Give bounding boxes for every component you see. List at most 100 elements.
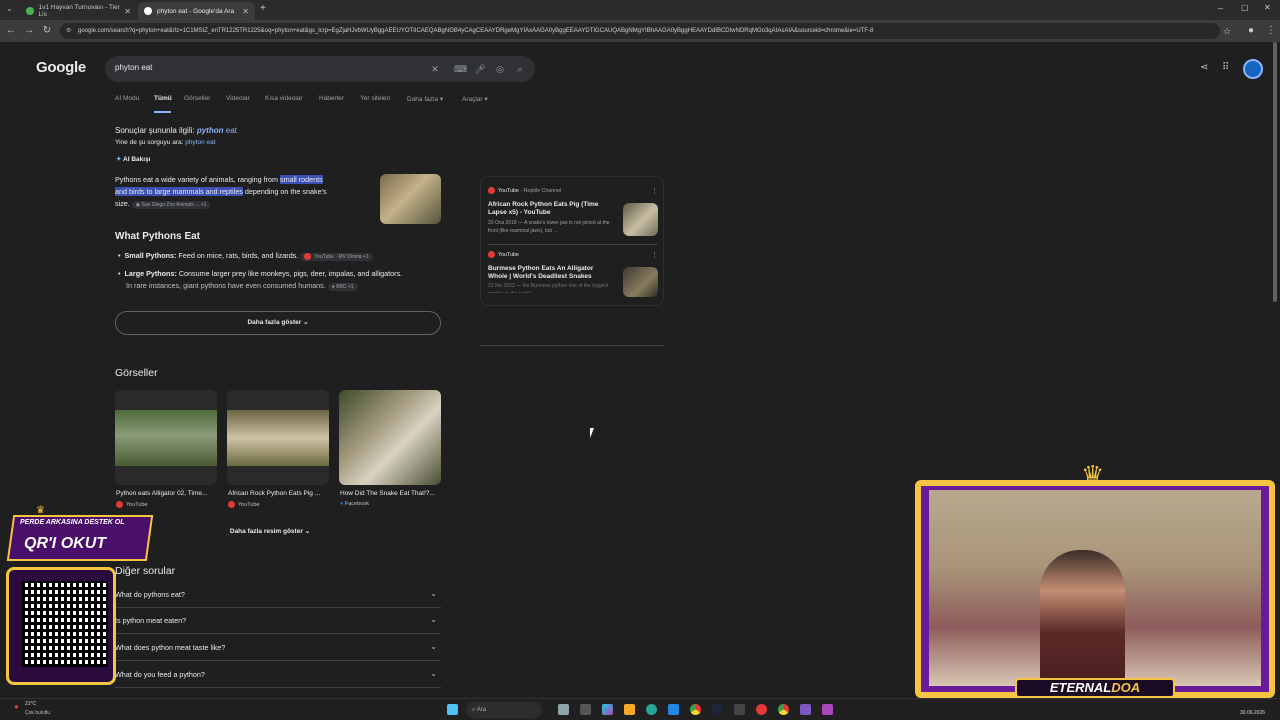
lens-camera-icon[interactable]: ◎ <box>494 62 506 76</box>
bookmark-star-icon[interactable]: ☆ <box>1220 24 1234 38</box>
paa-item-1[interactable]: What do pythons eat? ⌄ <box>115 582 441 608</box>
show-more-button[interactable]: Daha fazla göster ⌄ <box>115 311 441 335</box>
tab-web[interactable]: Yer siteleri <box>360 95 390 102</box>
paa-item-3[interactable]: What does python meat taste like? ⌄ <box>115 635 441 661</box>
ai-overview-line-1: Pythons eat a wide variety of animals, r… <box>115 175 323 184</box>
chevron-down-icon: ⌄ <box>304 528 311 535</box>
tab-images[interactable]: Görseller <box>184 95 210 102</box>
webcam-overlay: ♛ ETERNALDOA <box>915 460 1275 698</box>
close-tab-icon[interactable]: ✕ <box>242 7 249 16</box>
bullet1-bold: Small Pythons: <box>124 251 177 260</box>
taskbar-app-icon[interactable] <box>734 704 745 715</box>
qr-banner-line2: QR'I OKUT <box>24 535 107 552</box>
bullet2-source-chip[interactable]: ● BBC +1 <box>327 283 358 291</box>
taskbar-date[interactable]: 30.06.2026 <box>1240 710 1265 716</box>
keyboard-icon[interactable]: ⌨ <box>454 62 467 76</box>
chrome-icon[interactable] <box>690 704 701 715</box>
account-avatar[interactable] <box>1243 59 1263 79</box>
video1-thumbnail[interactable] <box>623 203 658 236</box>
ai-source-chip[interactable]: ◉ San Diego Zoo Animals ... +1 <box>131 201 211 209</box>
image-caption-1[interactable]: Python eats Alligator 02, Time... <box>116 490 207 497</box>
site-info-icon[interactable]: ⚙ <box>66 23 71 39</box>
microphone-icon[interactable]: 🎤︎ <box>474 62 486 76</box>
search-icon[interactable]: ⌕ <box>514 62 526 76</box>
tab-videos[interactable]: Videolar <box>226 95 250 102</box>
youtube-icon <box>488 251 495 258</box>
ai-overview-image[interactable] <box>380 174 441 224</box>
share-icon[interactable]: ⋖ <box>1200 62 1208 73</box>
ai-highlight-2: and birds to large mammals and reptiles <box>115 187 243 196</box>
file-explorer-icon[interactable] <box>624 704 635 715</box>
new-tab-button[interactable]: + <box>260 3 266 14</box>
taskbar-app-icon[interactable] <box>822 704 833 715</box>
paa-item-2[interactable]: Is python meat eaten? ⌄ <box>115 608 441 634</box>
taskbar-app-icon[interactable] <box>800 704 811 715</box>
search-query[interactable]: phyton eat <box>115 63 152 72</box>
image-result-2[interactable] <box>227 390 329 485</box>
forward-button[interactable]: → <box>22 24 36 38</box>
tab-title: phyton eat - Google'da Ara <box>157 7 235 15</box>
start-button[interactable] <box>447 704 458 715</box>
corrected-query-link[interactable]: python eat <box>197 126 237 135</box>
chevron-down-icon: ⌄ <box>430 642 437 651</box>
tab-ai-mode[interactable]: AI Modu <box>115 95 139 102</box>
browser-tab-active[interactable]: phyton eat - Google'da Ara ✕ <box>138 2 255 20</box>
maximize-button[interactable]: ▢ <box>1241 3 1249 12</box>
more-images-button[interactable]: Daha fazla resim göster ⌄ <box>170 524 370 541</box>
video1-title[interactable]: African Rock Python Eats Pig (Time Lapse… <box>488 201 610 217</box>
edge-icon[interactable] <box>646 704 657 715</box>
image-result-1[interactable] <box>115 390 217 485</box>
image-source-3: ● Facebook <box>340 501 369 507</box>
search-instead-link[interactable]: phyton eat <box>185 139 215 146</box>
menu-icon[interactable]: ⋮ <box>1264 24 1278 38</box>
browser-tab[interactable]: 1v1 Hayvan Turnuvası - Tier Lis ✕ <box>20 2 137 20</box>
tab-news[interactable]: Haberler <box>319 95 344 102</box>
chrome-icon[interactable] <box>778 704 789 715</box>
tab-list-icon[interactable]: ⌄ <box>6 4 13 13</box>
tab-tools[interactable]: Araçlar ▾ <box>462 95 488 103</box>
taskbar-app-icon[interactable] <box>756 704 767 715</box>
video2-thumbnail[interactable] <box>623 267 658 297</box>
store-icon[interactable] <box>668 704 679 715</box>
video-card-list: YouTube · Reptile Channel ⋮ African Rock… <box>480 176 664 306</box>
taskbar-search[interactable]: ⌕ Ara <box>466 702 542 718</box>
ai-overview-line-3: size. ◉ San Diego Zoo Animals ... +1 <box>115 199 211 209</box>
task-view-icon[interactable] <box>580 704 591 715</box>
image-result-3[interactable] <box>339 390 441 485</box>
copilot-icon[interactable] <box>602 704 613 715</box>
bullet2-bold: Large Pythons: <box>124 269 177 278</box>
steam-icon[interactable] <box>712 704 723 715</box>
video2-title[interactable]: Burmese Python Eats An Alligator Whole |… <box>488 265 610 281</box>
video-card-1[interactable]: YouTube · Reptile Channel ⋮ African Rock… <box>488 187 660 247</box>
minimize-button[interactable]: – <box>1218 3 1223 13</box>
ai-overview-header: ✦ AI Bakışı <box>116 155 151 163</box>
image-caption-2[interactable]: African Rock Python Eats Pig ... <box>228 490 320 497</box>
address-bar[interactable]: ⚙ google.com/search?q=phyton+eat&rlz=1C1… <box>60 23 1220 39</box>
corrected-query-bold: python <box>196 126 224 135</box>
close-window-button[interactable]: ✕ <box>1264 3 1271 12</box>
apps-grid-icon[interactable]: ⠿ <box>1222 62 1229 73</box>
search-input[interactable]: phyton eat ✕ ⌨ 🎤︎ ◎ ⌕ <box>105 56 535 82</box>
webcam-name-plate: ETERNALDOA <box>1015 678 1175 698</box>
more-options-icon[interactable]: ⋮ <box>651 187 658 195</box>
weather-icon[interactable]: ● <box>14 702 19 711</box>
google-logo[interactable]: Google <box>36 59 86 76</box>
image-caption-3[interactable]: How Did The Snake Eat That!?... <box>340 490 435 497</box>
clear-search-icon[interactable]: ✕ <box>429 62 441 76</box>
reload-button[interactable]: ↻ <box>40 24 54 38</box>
taskbar-app-icon[interactable] <box>558 704 569 715</box>
ai-text-1: Pythons eat a wide variety of animals, r… <box>115 175 280 184</box>
browser-tab-bar: ⌄ 1v1 Hayvan Turnuvası - Tier Lis ✕ phyt… <box>0 0 1280 20</box>
tab-all[interactable]: Tümü <box>154 95 172 102</box>
chevron-down-icon: ⌄ <box>430 669 437 678</box>
video-card-2[interactable]: YouTube ⋮ Burmese Python Eats An Alligat… <box>488 251 660 303</box>
close-tab-icon[interactable]: ✕ <box>124 7 131 16</box>
bullet1-source-chip[interactable]: YouTube · MV Dinma +1 <box>300 253 373 261</box>
back-button[interactable]: ← <box>4 24 18 38</box>
profile-icon[interactable]: ● <box>1244 24 1258 38</box>
tab-short-videos[interactable]: Kısa videolar <box>265 95 303 102</box>
page-scrollbar[interactable] <box>1273 42 1277 302</box>
more-options-icon[interactable]: ⋮ <box>651 251 658 259</box>
tab-more[interactable]: Daha fazla ▾ <box>407 95 443 103</box>
paa-item-4[interactable]: What do you feed a python? ⌄ <box>115 662 441 688</box>
